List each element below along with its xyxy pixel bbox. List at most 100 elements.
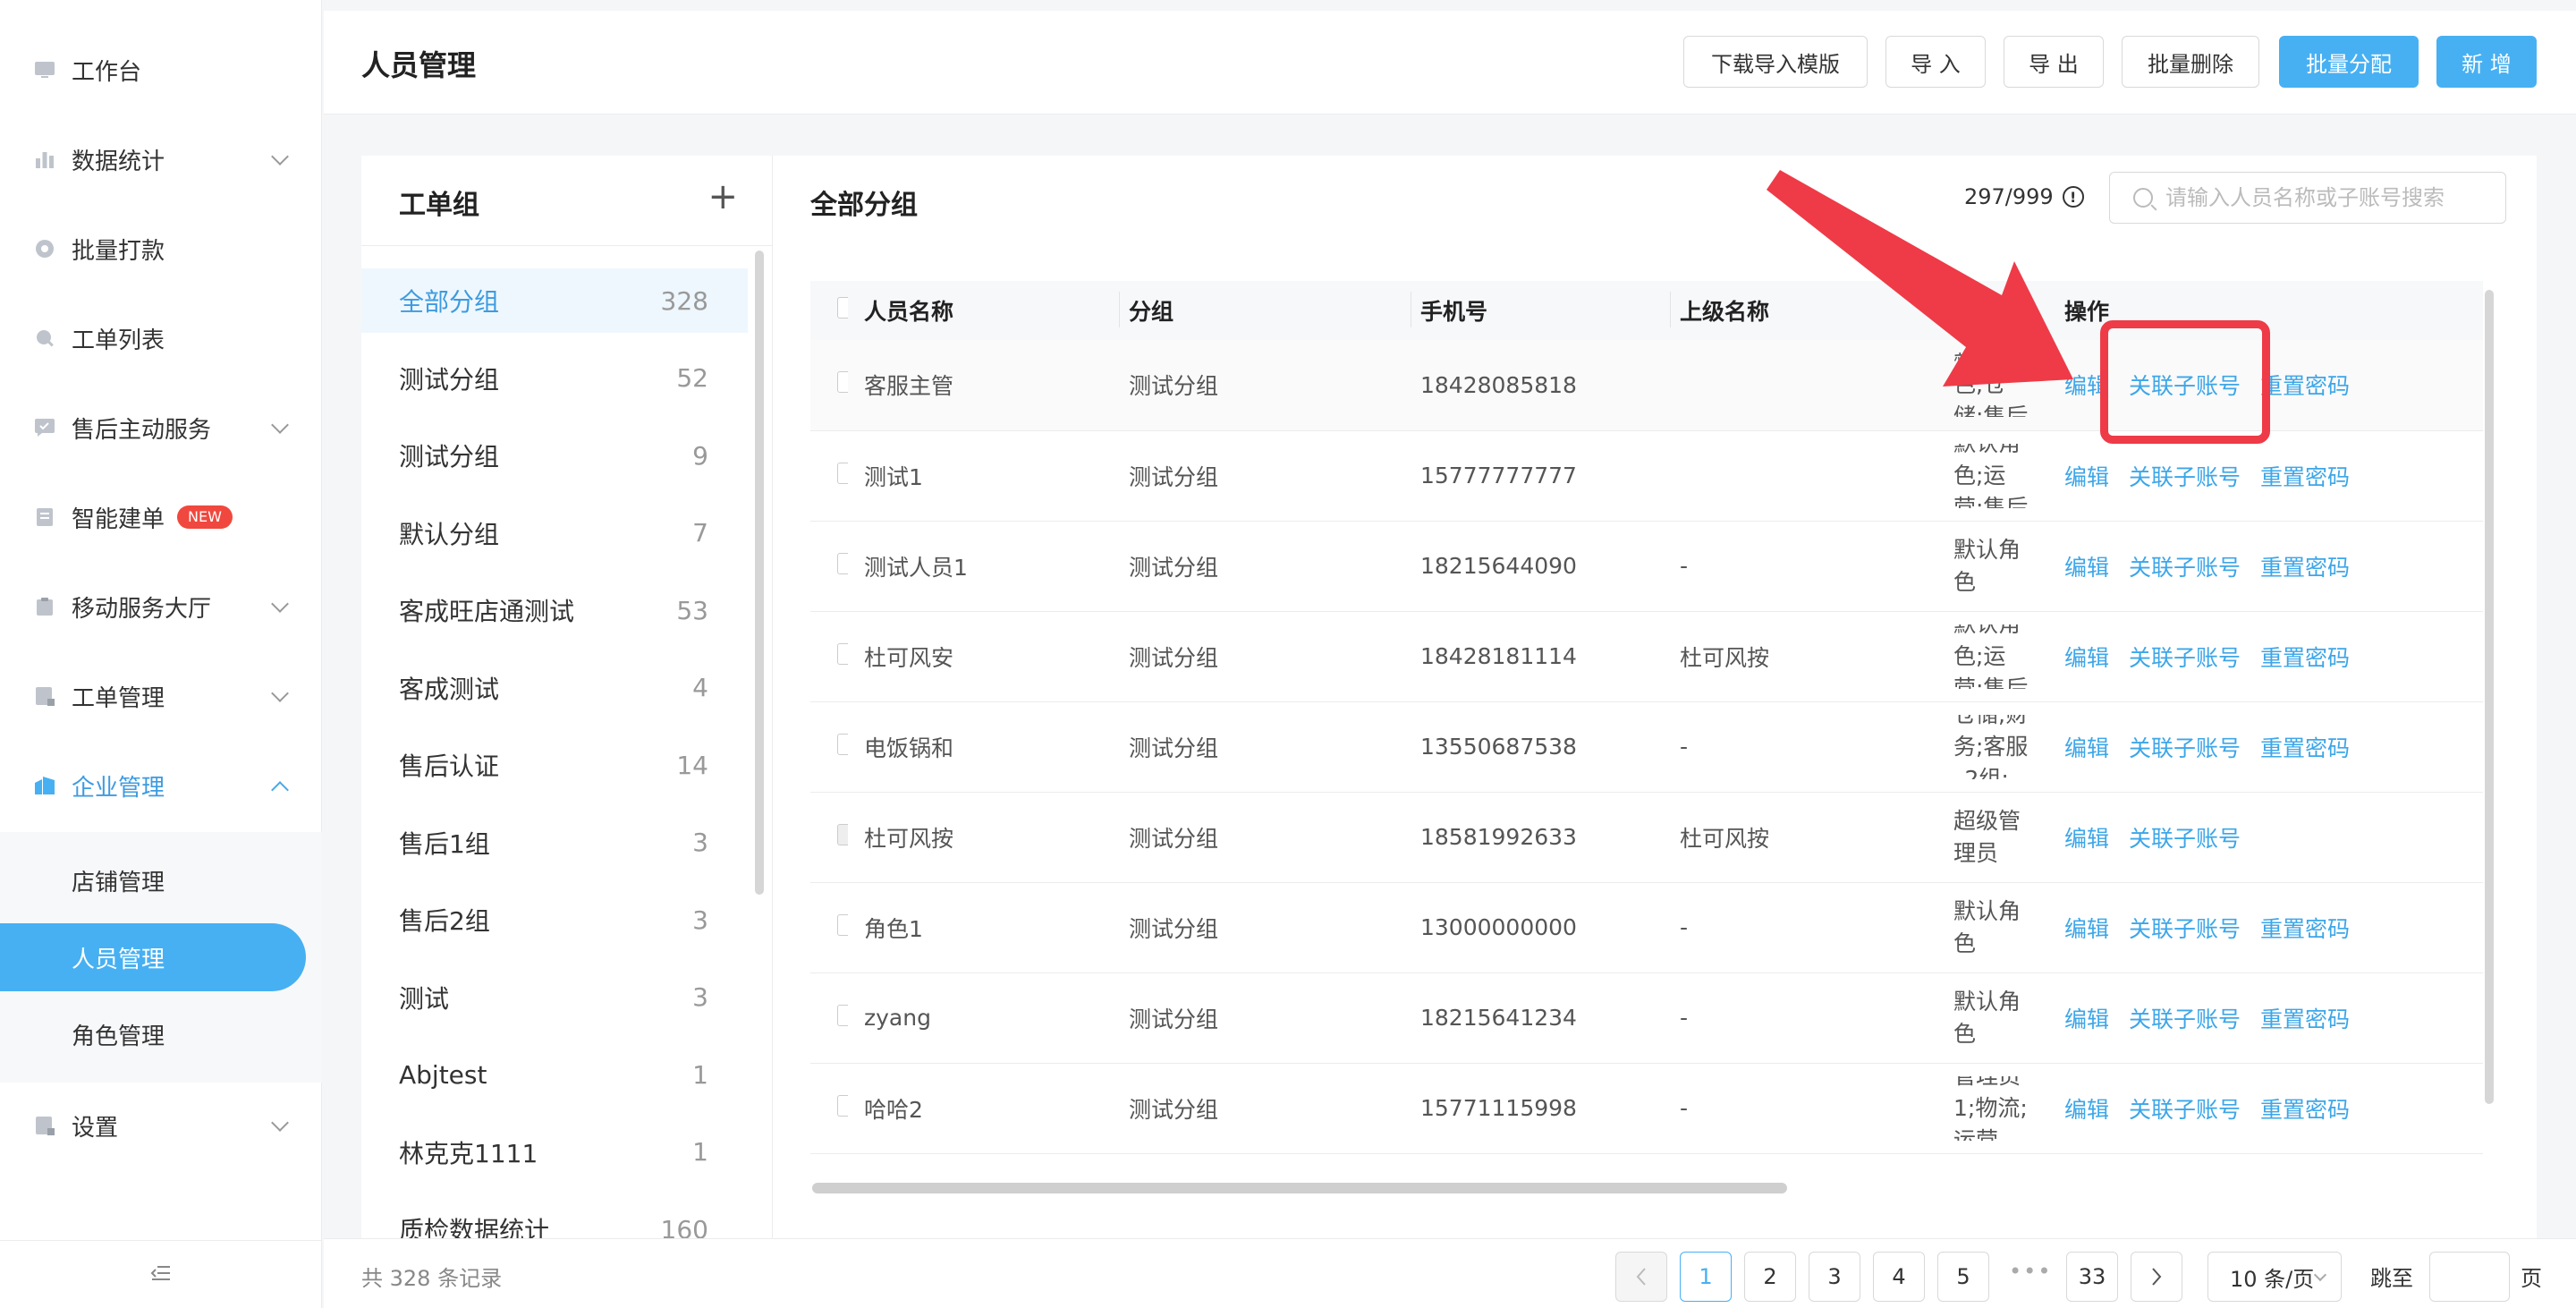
page-button-3[interactable]: 3 (1809, 1252, 1860, 1302)
batch-assign-button[interactable]: 批量分配 (2279, 36, 2419, 88)
add-group-icon[interactable]: + (708, 179, 738, 215)
reset-password-link[interactable]: 重置密码 (2260, 373, 2350, 399)
table-row[interactable]: 电饭锅和测试分组13550687538-仓储;财务;客服_2组; 编辑关联子账号重… (810, 701, 2483, 793)
page-button-5[interactable]: 5 (1937, 1252, 1989, 1302)
menu-item-ticket-list[interactable]: 工单列表 (0, 293, 322, 383)
menu-item-settings[interactable]: 设置 (0, 1081, 322, 1170)
row-checkbox[interactable] (837, 462, 848, 484)
link-sub-account-link[interactable]: 关联子账号 (2129, 735, 2241, 761)
reset-password-link[interactable]: 重置密码 (2260, 464, 2350, 490)
table-row[interactable]: 杜可风安测试分组18428181114杜可风按默认角色;运营;售后编辑关联子账号… (810, 611, 2483, 702)
link-sub-account-link[interactable]: 关联子账号 (2129, 916, 2241, 942)
import-button[interactable]: 导 入 (1885, 36, 1986, 88)
group-item[interactable]: 客成旺店通测试 53 (361, 578, 748, 642)
row-checkbox[interactable] (837, 371, 848, 394)
menu-item-enterprise[interactable]: 企业管理 (0, 741, 322, 830)
page-size-select[interactable]: 10 条/页 (2207, 1252, 2342, 1302)
group-item[interactable]: Abjtest 1 (361, 1042, 748, 1107)
link-sub-account-link[interactable]: 关联子账号 (2129, 555, 2241, 581)
menu-item-statistics[interactable]: 数据统计 (0, 115, 322, 204)
prev-page-button[interactable] (1615, 1252, 1667, 1302)
download-template-button[interactable]: 下载导入模版 (1683, 36, 1868, 88)
reset-password-link[interactable]: 重置密码 (2260, 916, 2350, 942)
column-header-parent[interactable]: 上级名称 (1664, 281, 1937, 340)
search-box[interactable] (2109, 172, 2506, 224)
search-input[interactable] (2165, 185, 2505, 210)
edit-link[interactable]: 编辑 (2064, 1006, 2109, 1032)
row-select-cell (810, 1063, 848, 1154)
page-title: 人员管理 (361, 48, 477, 82)
info-icon[interactable]: ! (2062, 186, 2084, 208)
row-checkbox[interactable] (837, 1004, 848, 1026)
group-item[interactable]: 客成测试 4 (361, 656, 748, 720)
group-item[interactable]: 质检数据统计 160 (361, 1197, 748, 1239)
group-item[interactable]: 测试 3 (361, 965, 748, 1030)
row-checkbox[interactable] (837, 642, 848, 665)
table-horizontal-scrollbar[interactable] (810, 1183, 2483, 1193)
column-header-phone[interactable]: 手机号 (1404, 281, 1664, 340)
table-row[interactable]: 测试人员1 测试分组 18215644090- 默认角色 编辑 关联子账号 重置密码 (810, 521, 2483, 612)
chat-check-icon (34, 417, 55, 438)
menu-item-after-sales[interactable]: 售后主动服务 (0, 383, 322, 472)
column-header-group[interactable]: 分组 (1113, 281, 1404, 340)
row-checkbox[interactable] (837, 552, 848, 574)
group-list-scrollbar[interactable] (755, 251, 764, 895)
link-sub-account-link[interactable]: 关联子账号 (2129, 464, 2241, 490)
menu-item-batch-payment[interactable]: 批量打款 (0, 204, 322, 293)
page-button-last[interactable]: 33 (2066, 1252, 2118, 1302)
row-checkbox[interactable] (837, 1094, 848, 1117)
edit-link[interactable]: 编辑 (2064, 826, 2109, 852)
table-row[interactable]: 角色1 测试分组 13000000000- 默认角色 编辑 关联子账号 重置密码 (810, 882, 2483, 973)
group-item[interactable]: 默认分组 7 (361, 501, 748, 565)
group-item[interactable]: 售后2组 3 (361, 888, 748, 952)
page-ellipsis[interactable]: ••• (2009, 1259, 2052, 1284)
scrollbar-thumb[interactable] (812, 1183, 1787, 1193)
menu-item-ticket-management[interactable]: 工单管理 (0, 651, 322, 741)
link-sub-account-link[interactable]: 关联子账号 (2129, 645, 2241, 671)
table-row[interactable]: 测试1测试分组15777777777默认角色;运营;售后编辑关联子账号重置密码 (810, 430, 2483, 522)
edit-link[interactable]: 编辑 (2064, 555, 2109, 581)
batch-delete-button[interactable]: 批量删除 (2122, 36, 2259, 88)
table-vertical-scrollbar[interactable] (2485, 290, 2494, 1104)
table-row[interactable]: 杜可风按 测试分组 18581992633 杜可风按 超级管理员 编辑 关联子账号 (810, 792, 2483, 883)
edit-link[interactable]: 编辑 (2064, 1097, 2109, 1123)
select-all-checkbox[interactable] (837, 297, 848, 319)
submenu-item-role-management[interactable]: 角色管理 (0, 1000, 322, 1068)
page-button-1[interactable]: 1 (1680, 1252, 1732, 1302)
edit-link[interactable]: 编辑 (2064, 916, 2109, 942)
jump-page-input[interactable] (2429, 1252, 2510, 1302)
group-item[interactable]: 测试分组 52 (361, 346, 748, 411)
submenu-item-personnel-management[interactable]: 人员管理 (0, 923, 306, 991)
page-button-2[interactable]: 2 (1744, 1252, 1796, 1302)
column-header-name[interactable]: 人员名称 (848, 281, 1113, 340)
edit-link[interactable]: 编辑 (2064, 464, 2109, 490)
reset-password-link[interactable]: 重置密码 (2260, 645, 2350, 671)
reset-password-link[interactable]: 重置密码 (2260, 555, 2350, 581)
sidebar-collapse-button[interactable] (0, 1240, 322, 1308)
reset-password-link[interactable]: 重置密码 (2260, 735, 2350, 761)
group-item[interactable]: 林克克1111 1 (361, 1120, 748, 1185)
group-item[interactable]: 全部分组 328 (361, 268, 748, 333)
row-checkbox[interactable] (837, 733, 848, 755)
row-checkbox[interactable] (837, 913, 848, 936)
menu-item-workbench[interactable]: 工作台 (0, 25, 322, 115)
group-item[interactable]: 售后认证 14 (361, 733, 748, 797)
menu-item-smart-create[interactable]: 智能建单 NEW (0, 472, 322, 562)
group-item[interactable]: 售后1组 3 (361, 811, 748, 875)
table-row[interactable]: 哈哈2测试分组15771115998-管理员1;物流;运营编辑关联子账号重置密码 (810, 1063, 2483, 1154)
group-item[interactable]: 测试分组 9 (361, 423, 748, 488)
link-sub-account-link[interactable]: 关联子账号 (2129, 1006, 2241, 1032)
menu-item-mobile-hall[interactable]: 移动服务大厅 (0, 562, 322, 651)
export-button[interactable]: 导 出 (2004, 36, 2104, 88)
submenu-item-store-management[interactable]: 店铺管理 (0, 846, 322, 914)
link-sub-account-link[interactable]: 关联子账号 (2129, 826, 2241, 852)
next-page-button[interactable] (2131, 1252, 2182, 1302)
link-sub-account-link[interactable]: 关联子账号 (2129, 1097, 2241, 1123)
table-row[interactable]: zyang 测试分组 18215641234- 默认角色 编辑 关联子账号 重置密码 (810, 973, 2483, 1064)
page-button-4[interactable]: 4 (1873, 1252, 1925, 1302)
edit-link[interactable]: 编辑 (2064, 735, 2109, 761)
reset-password-link[interactable]: 重置密码 (2260, 1006, 2350, 1032)
reset-password-link[interactable]: 重置密码 (2260, 1097, 2350, 1123)
add-button[interactable]: 新 增 (2436, 36, 2537, 88)
edit-link[interactable]: 编辑 (2064, 645, 2109, 671)
